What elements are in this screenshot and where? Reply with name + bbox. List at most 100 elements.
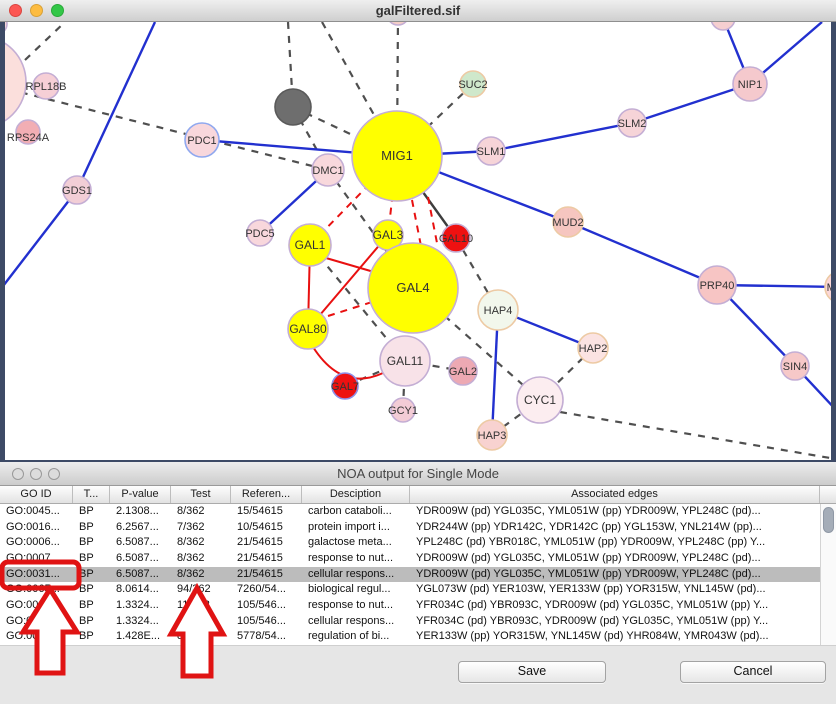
node-SLM2[interactable]: SLM2 <box>618 109 647 137</box>
network-canvas[interactable]: RPL18BRPS24AGDS1PDC1DMC1MIG1SUC2SLM1SLM2… <box>0 22 836 460</box>
node-label: SUC2 <box>458 79 487 91</box>
table-row[interactable]: GO:0045...BP2.1308...8/36215/54615carbon… <box>0 504 820 520</box>
table-row[interactable]: GO:0006...BP6.5087...8/36221/54615galact… <box>0 535 820 551</box>
node-HAP3[interactable]: HAP3 <box>477 420 507 450</box>
cell: 21/54615 <box>231 535 302 551</box>
table-header: GO IDT...P-valueTestReferen...Desciption… <box>0 486 836 504</box>
node-PDC1[interactable]: PDC1 <box>185 123 219 157</box>
node-MUD2[interactable]: MUD2 <box>552 207 583 237</box>
cancel-button[interactable]: Cancel <box>680 661 826 683</box>
table-row[interactable]: GO:0050...BP1.428E...80/3625778/54...reg… <box>0 629 820 645</box>
cell: 8/362 <box>171 551 231 567</box>
cell: BP <box>73 598 110 614</box>
column-header-t-[interactable]: T... <box>73 486 110 503</box>
node-DMC1[interactable]: DMC1 <box>312 154 344 186</box>
column-header-referen-[interactable]: Referen... <box>231 486 302 503</box>
cell: 21/54615 <box>231 567 302 583</box>
column-header-go-id[interactable]: GO ID <box>0 486 73 503</box>
cell: 8/362 <box>171 504 231 520</box>
cell: BP <box>73 629 110 645</box>
node-HAP4[interactable]: HAP4 <box>478 290 518 330</box>
cell: 21/54615 <box>231 551 302 567</box>
cell: YDR009W (pd) YGL035C, YML051W (pp) YDR00… <box>410 551 820 567</box>
network-window: galFiltered.sif RPL18BRPS24AGDS1PDC1DMC1… <box>0 0 836 460</box>
node-CYC1[interactable]: CYC1 <box>517 377 563 423</box>
cell: response to nut... <box>302 598 410 614</box>
node-label: GAL1 <box>295 238 326 252</box>
node-label: HAP4 <box>484 305 513 317</box>
node-GAL2[interactable]: GAL2 <box>449 357 477 385</box>
table-row[interactable]: GO:0031...BP1.3324...11/362105/546...res… <box>0 598 820 614</box>
column-header-desciption[interactable]: Desciption <box>302 486 410 503</box>
cell: GO:0050... <box>0 629 73 645</box>
save-button[interactable]: Save <box>458 661 606 683</box>
table-row[interactable]: GO:0031...BP1.3324...11/362105/546...cel… <box>0 614 820 630</box>
cell: 7/362 <box>171 520 231 536</box>
node-GAL80[interactable]: GAL80 <box>288 309 328 349</box>
node-label: GCY1 <box>388 405 418 417</box>
cell: biological regul... <box>302 582 410 598</box>
noa-window-titlebar[interactable]: NOA output for Single Mode <box>0 462 836 486</box>
node-label: PRP40 <box>700 280 735 292</box>
table-row[interactable]: GO:0065...BP8.0614...94/3627260/54...bio… <box>0 582 820 598</box>
node-PDC5[interactable]: PDC5 <box>245 220 274 246</box>
node-NIP1[interactable]: NIP1 <box>733 67 767 101</box>
node-MIG1[interactable]: MIG1 <box>352 111 442 201</box>
node-label: GAL2 <box>449 366 477 378</box>
node-label: DMC1 <box>312 165 343 177</box>
cell: YDR009W (pd) YGL035C, YML051W (pp) YDR00… <box>410 567 820 583</box>
column-header-filler <box>820 486 836 503</box>
cell: GO:0016... <box>0 520 73 536</box>
node-GAL1[interactable]: GAL1 <box>289 224 331 266</box>
node-label: HAP2 <box>579 343 608 355</box>
cell: 15/54615 <box>231 504 302 520</box>
scrollbar-thumb[interactable] <box>823 507 834 533</box>
cell: 94/362 <box>171 582 231 598</box>
cell: 8/362 <box>171 535 231 551</box>
cell: GO:0031... <box>0 567 73 583</box>
node-GAL4[interactable]: GAL4 <box>368 243 458 333</box>
column-header-test[interactable]: Test <box>171 486 231 503</box>
cell: BP <box>73 614 110 630</box>
table-row[interactable]: GO:0016...BP6.2567...7/36210/54615protei… <box>0 520 820 536</box>
node-graynode[interactable] <box>275 89 311 125</box>
table-body: GO:0045...BP2.1308...8/36215/54615carbon… <box>0 504 820 645</box>
cell: 8.0614... <box>110 582 171 598</box>
node-SLM1[interactable]: SLM1 <box>477 137 506 165</box>
node-GAL11[interactable]: GAL11 <box>380 336 430 386</box>
cell: BP <box>73 567 110 583</box>
network-window-title: galFiltered.sif <box>0 0 836 21</box>
network-window-titlebar[interactable]: galFiltered.sif <box>0 0 836 22</box>
node-label: PDC1 <box>187 135 216 147</box>
cell: carbon cataboli... <box>302 504 410 520</box>
vertical-scrollbar[interactable] <box>820 504 836 645</box>
node-label: CYC1 <box>524 393 556 407</box>
cell: YFR034C (pd) YBR093C, YDR009W (pd) YGL03… <box>410 598 820 614</box>
node-label: GAL11 <box>387 354 424 368</box>
node-GDS1[interactable]: GDS1 <box>62 176 92 204</box>
node-SIN4[interactable]: SIN4 <box>781 352 809 380</box>
node-GAL7[interactable]: GAL7 <box>331 373 359 399</box>
node-label: SIN4 <box>783 361 807 373</box>
cell: YFR034C (pd) YBR093C, YDR009W (pd) YGL03… <box>410 614 820 630</box>
node-SUC2[interactable]: SUC2 <box>458 71 487 97</box>
cell: BP <box>73 551 110 567</box>
node-label: PDC5 <box>245 228 274 240</box>
cell: regulation of bi... <box>302 629 410 645</box>
node-label: GAL3 <box>373 228 404 242</box>
cell: YER133W (pp) YOR315W, YNL145W (pd) YHR08… <box>410 629 820 645</box>
column-header-associated-edges[interactable]: Associated edges <box>410 486 820 503</box>
table-row[interactable]: GO:0031...BP6.5087...8/36221/54615cellul… <box>0 567 820 583</box>
table-row[interactable]: GO:0007...BP6.5087...8/36221/54615respon… <box>0 551 820 567</box>
network-graph[interactable]: RPL18BRPS24AGDS1PDC1DMC1MIG1SUC2SLM1SLM2… <box>0 22 836 460</box>
node-HAP2[interactable]: HAP2 <box>578 333 608 363</box>
node-PRP40[interactable]: PRP40 <box>698 266 736 304</box>
dialog-footer: Save Cancel <box>0 645 836 704</box>
cell: 1.428E... <box>110 629 171 645</box>
cell: GO:0031... <box>0 614 73 630</box>
column-header-p-value[interactable]: P-value <box>110 486 171 503</box>
node-label: MUD2 <box>552 217 583 229</box>
node-label: HAP3 <box>478 430 507 442</box>
cell: BP <box>73 535 110 551</box>
cell: 1.3324... <box>110 614 171 630</box>
